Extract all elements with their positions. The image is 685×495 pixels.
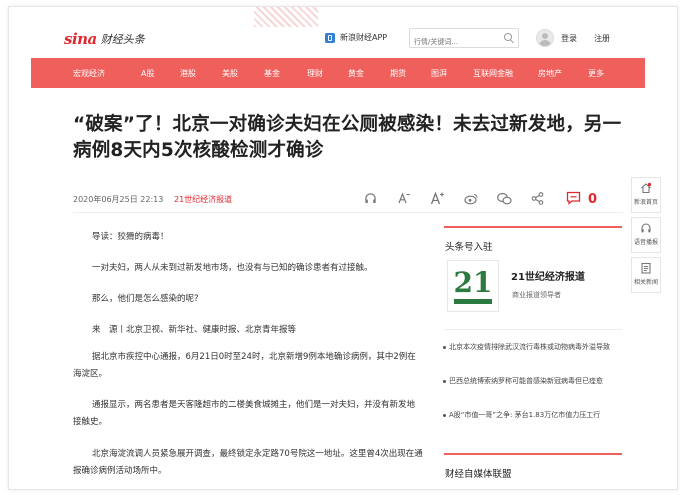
sidebar-separator <box>444 329 622 330</box>
app-download-link[interactable]: 新浪财经APP <box>325 32 387 43</box>
page-frame: sina 财经头条 新浪财经APP 登录 注册 宏观经济 A股 港股 美股 基金… <box>8 6 678 490</box>
nav-item-more[interactable]: 更多 <box>588 68 604 79</box>
sidebar-section-rule <box>444 453 622 455</box>
nav-item-futures[interactable]: 期货 <box>390 68 406 79</box>
sina-logo: sina <box>64 30 97 48</box>
sidebar-news-text: 北京本次疫情排除武汉流行毒株或动物病毒外溢导致 <box>449 343 610 351</box>
account-description: 商业报道领导者 <box>512 291 561 299</box>
login-link[interactable]: 登录 <box>561 33 577 44</box>
article-paragraph: 一对夫妇，两人从未到过新发地市场，也没有与已知的确诊患者有过接触。 <box>92 263 373 273</box>
bullet <box>443 346 446 349</box>
nav-item-hk-stocks[interactable]: 港股 <box>180 68 196 79</box>
account-name[interactable]: 21世纪经济报道 <box>511 268 585 283</box>
nav-item-gold[interactable]: 黄金 <box>348 68 364 79</box>
float-related-button[interactable]: 相关新闻 <box>631 257 661 293</box>
app-link-label: 新浪财经APP <box>340 33 388 42</box>
site-logo[interactable]: sina 财经头条 <box>64 30 145 48</box>
article-paragraph: 北京海淀流调人员紧急展开调查，最终锁定永定路70号院这一地址。这里曾4次出现在通… <box>73 449 423 476</box>
nav-item-funds[interactable]: 基金 <box>264 68 280 79</box>
weibo-share-icon[interactable] <box>463 190 479 206</box>
float-label: 语音播报 <box>633 239 658 246</box>
headphones-icon <box>641 223 651 233</box>
account-logo-band <box>454 299 492 304</box>
nav-item-a-shares[interactable]: A股 <box>141 68 154 79</box>
float-label: 相关新闻 <box>633 279 658 286</box>
sidebar-news-text: A股“市值一哥”之争: 茅台1.83万亿市值力压工行 <box>449 411 601 419</box>
top-decoration <box>254 7 318 27</box>
headphones-icon[interactable] <box>362 190 378 206</box>
article-paragraph: 导读：狡猾的病毒！ <box>92 232 169 242</box>
sidebar-section2-heading: 财经自媒体联盟 <box>445 469 512 480</box>
register-link[interactable]: 注册 <box>594 33 610 44</box>
font-decrease-icon[interactable] <box>396 190 412 206</box>
comment-icon[interactable] <box>565 190 581 206</box>
nav-item-macro[interactable]: 宏观经济 <box>73 68 105 79</box>
sidebar-news-item[interactable]: 北京本次疫情排除武汉流行毒株或动物病毒外溢导致 <box>443 341 621 354</box>
article-paragraph: 据北京市疾控中心通报，6月21日0时至24时，北京新增9例本地确诊病例，其中2例… <box>73 352 416 379</box>
nav-item-charts[interactable]: 图湃 <box>431 68 447 79</box>
search-box[interactable] <box>409 28 519 50</box>
account-logo-text: 21 <box>453 266 493 299</box>
home-icon <box>641 182 652 194</box>
float-label: 新浪首页 <box>633 199 658 206</box>
float-voice-button[interactable]: 语音播报 <box>631 217 661 253</box>
main-nav: 宏观经济 A股 港股 美股 基金 理财 黄金 期货 图湃 互联网金融 房地产 更… <box>31 58 645 88</box>
nav-item-fintech[interactable]: 互联网金融 <box>473 68 513 79</box>
meta-divider <box>73 212 623 213</box>
avatar[interactable] <box>536 29 554 47</box>
bullet <box>443 380 446 383</box>
font-increase-icon[interactable] <box>429 190 445 206</box>
sidebar-news-item[interactable]: A股“市值一哥”之争: 茅台1.83万亿市值力压工行 <box>443 409 621 422</box>
search-input[interactable] <box>410 34 500 50</box>
article-paragraph: 那么，他们是怎么感染的呢? <box>92 294 199 304</box>
comment-count[interactable]: 0 <box>588 192 597 207</box>
article-source[interactable]: 21世纪经济报道 <box>174 194 232 205</box>
nav-item-wealth[interactable]: 理财 <box>307 68 323 79</box>
article-paragraph: 通报显示，两名患者是天客隆超市的二楼美食城摊主，他们是一对夫妇，并没有新发地接触… <box>73 400 416 427</box>
account-logo[interactable]: 21 <box>447 260 499 312</box>
brand-text: 财经头条 <box>100 33 145 46</box>
sidebar-top-rule <box>444 226 622 228</box>
nav-item-real-estate[interactable]: 房地产 <box>538 68 562 79</box>
nav-item-us-stocks[interactable]: 美股 <box>222 68 238 79</box>
search-icon[interactable] <box>504 33 512 41</box>
article-title: “破案”了！北京一对确诊夫妇在公厕被感染！未去过新发地，另一病例8天内5次核酸检… <box>73 114 622 161</box>
sidebar-news-item[interactable]: 巴西总统博索纳罗称可能曾感染新冠病毒但已痊愈 <box>443 375 621 388</box>
float-home-button[interactable]: 新浪首页 <box>631 177 661 213</box>
wechat-share-icon[interactable] <box>496 190 512 206</box>
article-paragraph: 来 源丨北京卫视、新华社、健康时报、北京青年报等 <box>92 325 297 335</box>
document-icon <box>641 262 651 274</box>
phone-icon <box>325 32 335 43</box>
sidebar-news-text: 巴西总统博索纳罗称可能曾感染新冠病毒但已痊愈 <box>449 377 603 385</box>
share-icon[interactable] <box>529 190 545 206</box>
article-date: 2020年06月25日 22:13 <box>73 195 164 204</box>
sidebar-heading: 头条号入驻 <box>445 242 493 253</box>
bullet <box>443 414 446 417</box>
